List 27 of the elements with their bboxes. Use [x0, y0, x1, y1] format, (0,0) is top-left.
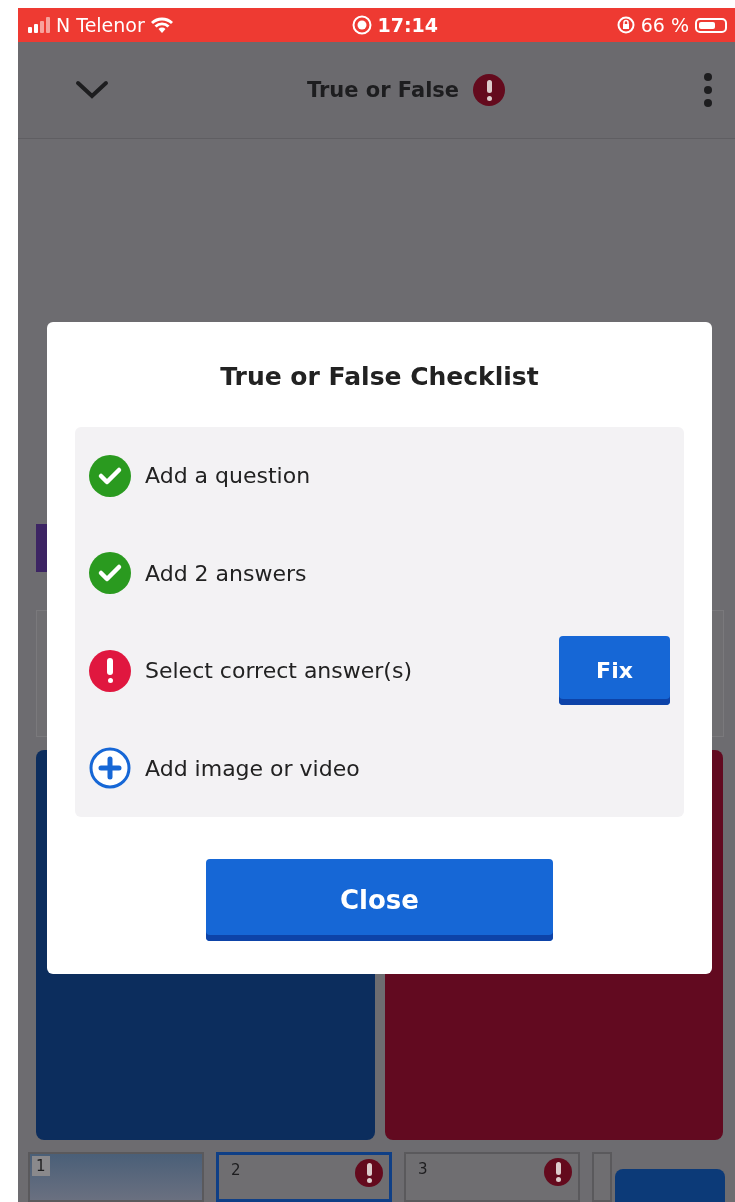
dialog-title: True or False Checklist: [220, 362, 539, 391]
more-options-icon[interactable]: [703, 72, 713, 108]
recording-icon: [351, 15, 372, 35]
slide-thumbnail[interactable]: 2: [216, 1152, 392, 1202]
chevron-down-icon[interactable]: [75, 80, 109, 100]
error-icon: [544, 1158, 572, 1186]
slide-thumbnail[interactable]: 1: [28, 1152, 204, 1202]
plus-icon[interactable]: [89, 747, 131, 790]
battery-icon: [695, 17, 727, 33]
checklist-item: Add a question: [145, 463, 312, 489]
carrier-name: N Telenor: [56, 14, 145, 36]
checklist-item: Add image or video: [145, 755, 361, 781]
clock-time: 17:14: [377, 14, 438, 36]
wifi-icon: [150, 17, 173, 33]
quiz-title: True or False: [306, 78, 460, 102]
slide-thumbnail[interactable]: 3: [404, 1152, 580, 1202]
checklist-item: Add 2 answers: [145, 560, 308, 586]
signal-icon: [28, 17, 50, 33]
battery-percent: 66 %: [640, 14, 689, 36]
checklist-item: Select correct answer(s): [145, 658, 413, 684]
close-button[interactable]: Close: [206, 859, 553, 941]
slide-number: 3: [418, 1160, 428, 1178]
slide-number: 1: [32, 1156, 50, 1176]
error-icon: [355, 1159, 383, 1187]
rotation-lock-icon: [616, 16, 635, 34]
fix-button[interactable]: Fix: [559, 636, 670, 706]
slide-number: 2: [231, 1161, 241, 1179]
